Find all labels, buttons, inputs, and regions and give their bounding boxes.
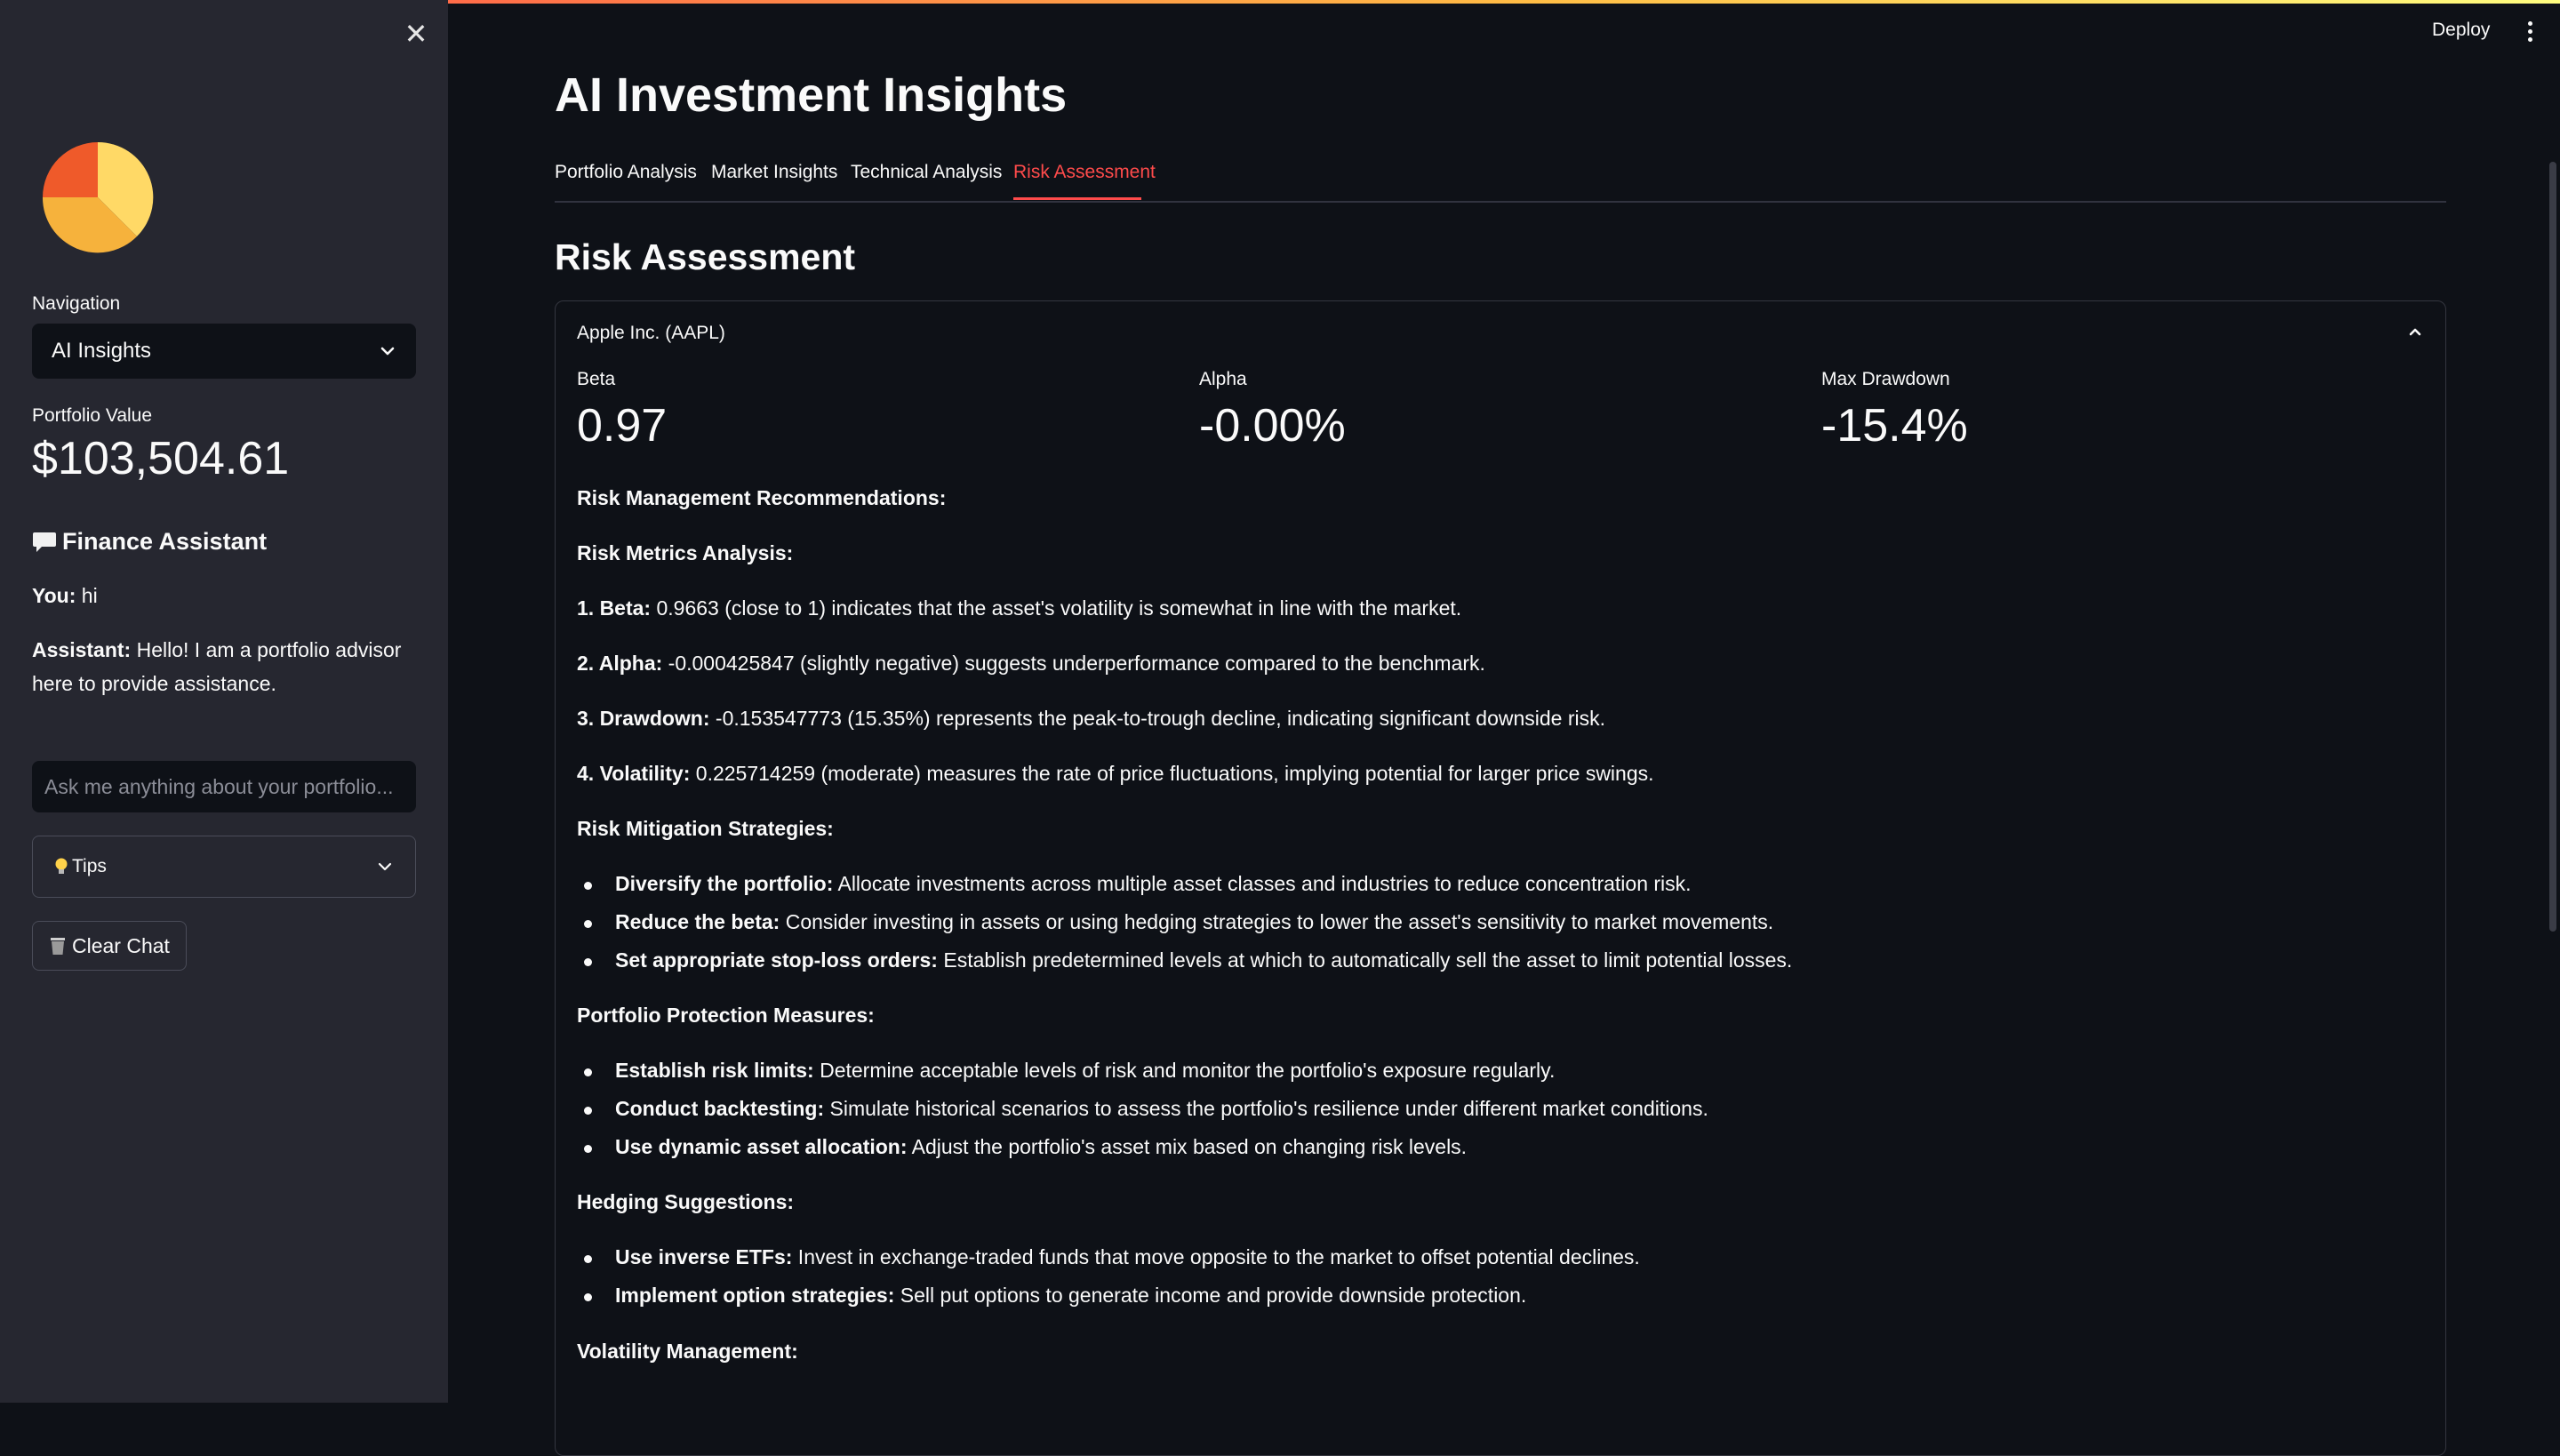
heading-text: Portfolio Protection Measures: (577, 1004, 875, 1027)
analysis-line: 1. Beta: 0.9663 (close to 1) indicates t… (577, 596, 2408, 620)
section-title: Risk Assessment (555, 236, 856, 277)
heading-text: Risk Management Recommendations: (577, 486, 947, 509)
navigation-select-value: AI Insights (52, 339, 152, 363)
heading-protection: Portfolio Protection Measures: (577, 1004, 2408, 1028)
list-item-term: Use inverse ETFs: (615, 1245, 793, 1268)
chevron-up-icon[interactable] (2403, 319, 2428, 344)
asset-risk-expander: Apple Inc. (AAPL) Beta 0.97 Alpha -0.00%… (555, 300, 2446, 1456)
heading-text: Volatility Management: (577, 1340, 798, 1363)
list-item-term: Conduct backtesting: (615, 1097, 825, 1120)
close-sidebar-icon[interactable]: ✕ (402, 20, 430, 48)
list-item-term: Use dynamic asset allocation: (615, 1135, 908, 1158)
heading-hedging: Hedging Suggestions: (577, 1190, 2408, 1214)
speech-bubble-icon (33, 532, 56, 552)
heading-text: Risk Metrics Analysis: (577, 541, 794, 564)
scrollbar[interactable] (2549, 162, 2556, 932)
chat-speaker: You: (32, 584, 76, 607)
chat-speaker: Assistant: (32, 638, 132, 661)
tab-market-insights[interactable]: Market Insights (711, 162, 837, 183)
list-item-term: Implement option strategies: (615, 1284, 895, 1307)
list-item-term: Set appropriate stop-loss orders: (615, 948, 938, 972)
tab-risk-assessment[interactable]: Risk Assessment (1013, 162, 1156, 183)
list-item-text: Invest in exchange-traded funds that mov… (792, 1245, 1640, 1268)
heading-mitigation: Risk Mitigation Strategies: (577, 817, 2408, 841)
metric-alpha-value: -0.00% (1199, 400, 1346, 452)
analysis-text: 0.9663 (close to 1) indicates that the a… (651, 596, 1462, 620)
list-item-text: Sell put options to generate income and … (894, 1284, 1527, 1307)
analysis-line: 2. Alpha: -0.000425847 (slightly negativ… (577, 652, 2408, 676)
list-item-term: Reduce the beta: (615, 910, 780, 933)
bullet-dot (584, 1107, 592, 1115)
heading-text: Hedging Suggestions: (577, 1190, 795, 1213)
chevron-down-icon (378, 862, 392, 871)
chat-text: hi (76, 584, 98, 607)
portfolio-value: $103,504.61 (32, 433, 290, 484)
bullet-dot (584, 920, 592, 928)
metric-beta-label: Beta (577, 369, 616, 389)
analysis-text: -0.000425847 (slightly negative) suggest… (662, 652, 1485, 675)
list-item-term: Establish risk limits: (615, 1059, 814, 1082)
tab-bar: Portfolio Analysis Market Insights Techn… (555, 156, 2446, 203)
clear-chat-button[interactable]: Clear Chat (32, 921, 187, 971)
pie-logo-icon (42, 141, 154, 253)
list-item-term: Diversify the portfolio: (615, 872, 834, 895)
tab-technical-analysis[interactable]: Technical Analysis (851, 162, 1002, 183)
bullet-dot (584, 958, 592, 966)
sidebar: ✕ Navigation AI Insights Portfolio Value… (0, 0, 448, 1403)
chat-message-user: You: hi (32, 579, 423, 612)
list-item-text: Adjust the portfolio's asset mix based o… (907, 1135, 1468, 1158)
list-item-text: Determine acceptable levels of risk and … (813, 1059, 1556, 1082)
bullet-dot (584, 1293, 592, 1301)
tips-expander[interactable]: Tips (32, 836, 416, 898)
analysis-term: 3. Drawdown: (577, 707, 710, 730)
page-title: AI Investment Insights (555, 68, 1068, 122)
lightbulb-icon (55, 858, 68, 874)
tips-title: Tips (54, 856, 107, 877)
list-item-text: Simulate historical scenarios to assess … (824, 1097, 1708, 1120)
navigation-label: Navigation (32, 293, 121, 314)
analysis-text: -0.153547773 (15.35%) represents the pea… (709, 707, 1606, 730)
metric-drawdown-label: Max Drawdown (1821, 369, 1950, 389)
list-item-text: Allocate investments across multiple ass… (833, 872, 1692, 895)
bullet-dot (584, 882, 592, 890)
tab-portfolio-analysis[interactable]: Portfolio Analysis (555, 162, 697, 183)
metric-drawdown-value: -15.4% (1821, 400, 1968, 452)
active-tab-indicator (1013, 197, 1141, 200)
bullet-dot (584, 1145, 592, 1153)
heading-metrics-analysis: Risk Metrics Analysis: (577, 541, 2408, 565)
analysis-line: 3. Drawdown: -0.153547773 (15.35%) repre… (577, 707, 2408, 731)
finance-assistant-title: Finance Assistant (32, 528, 267, 556)
portfolio-value-label: Portfolio Value (32, 405, 153, 426)
analysis-term: 1. Beta: (577, 596, 652, 620)
trash-icon (51, 938, 65, 955)
bullet-dot (584, 1255, 592, 1263)
analysis-term: 2. Alpha: (577, 652, 663, 675)
heading-recommendations: Risk Management Recommendations: (577, 486, 2408, 510)
chat-input[interactable] (32, 761, 416, 812)
finance-assistant-title-text: Finance Assistant (62, 528, 268, 555)
list-item-text: Consider investing in assets or using he… (780, 910, 1774, 933)
list-item-text: Establish predetermined levels at which … (937, 948, 1793, 972)
main-menu-icon[interactable] (2523, 18, 2537, 44)
tips-label: Tips (72, 856, 107, 876)
metric-alpha-label: Alpha (1199, 369, 1247, 389)
chevron-down-icon (380, 347, 395, 356)
bullet-dot (584, 1068, 592, 1076)
analysis-term: 4. Volatility: (577, 762, 691, 785)
expander-title[interactable]: Apple Inc. (AAPL) (577, 323, 725, 344)
metric-beta-value: 0.97 (577, 400, 668, 452)
deploy-button[interactable]: Deploy (2432, 20, 2490, 41)
analysis-line: 4. Volatility: 0.225714259 (moderate) me… (577, 762, 2408, 786)
clear-chat-label: Clear Chat (72, 933, 170, 957)
analysis-text: 0.225714259 (moderate) measures the rate… (690, 762, 1654, 785)
chat-message-assistant: Assistant: Hello! I am a portfolio advis… (32, 633, 423, 700)
heading-text: Risk Mitigation Strategies: (577, 817, 834, 840)
heading-volatility: Volatility Management: (577, 1340, 2408, 1364)
navigation-select[interactable]: AI Insights (32, 324, 416, 379)
